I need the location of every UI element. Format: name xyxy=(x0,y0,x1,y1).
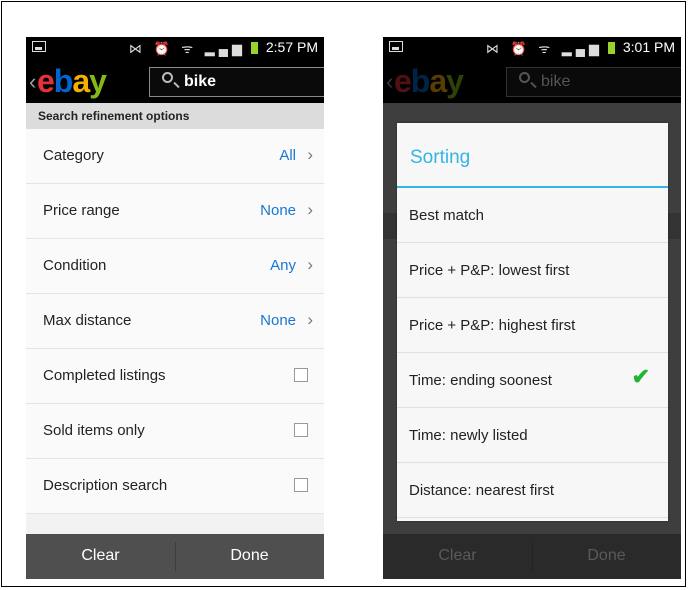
search-query: bike xyxy=(541,73,571,90)
battery-icon xyxy=(608,42,615,54)
checkbox-label: Description search xyxy=(43,477,168,494)
refinement-label: Category xyxy=(43,147,104,164)
clear-button: Clear xyxy=(438,547,477,564)
sort-option-label: Distance: nearest first xyxy=(409,482,555,499)
app-bar: ‹ ebay bike xyxy=(383,59,681,103)
ebay-logo: ebay xyxy=(394,63,464,99)
app-bar: ‹ ebay bike xyxy=(26,59,324,103)
section-header: Search refinement options xyxy=(26,103,324,129)
refinement-row[interactable]: Price range None › xyxy=(26,184,324,239)
refinement-label: Price range xyxy=(43,202,120,219)
phone-screen-refinements: ⋈ ⏰ ᯤ ▂▄▆ 2:57 PM ‹ ebay bike Search ref… xyxy=(26,37,324,579)
checkbox[interactable] xyxy=(294,423,308,437)
search-query: bike xyxy=(184,73,217,90)
back-chevron-icon[interactable]: ‹ xyxy=(29,69,36,95)
bottom-action-bar: Clear Done xyxy=(383,534,681,579)
chevron-right-icon: › xyxy=(307,310,313,329)
checkmark-icon: ✔ xyxy=(631,364,650,389)
refinement-row[interactable]: Max distance None › xyxy=(26,294,324,349)
sorting-dialog: Sorting Best match Price + P&P: lowest fi… xyxy=(397,123,668,521)
status-icons: ⋈ ⏰ ᯤ ▂▄▆ xyxy=(128,41,246,56)
checkbox-label: Sold items only xyxy=(43,422,145,439)
checkbox-row: Completed listings xyxy=(26,349,324,404)
search-icon xyxy=(519,72,530,83)
chevron-right-icon: › xyxy=(307,145,313,164)
sort-option-label: Price + P&P: lowest first xyxy=(409,262,570,279)
image-icon xyxy=(389,41,403,52)
sort-option[interactable]: Price + P&P: highest first xyxy=(397,298,668,353)
done-button[interactable]: Done xyxy=(175,547,324,565)
search-icon xyxy=(162,72,173,83)
checkbox-label: Completed listings xyxy=(43,367,166,384)
bottom-action-bar: Clear Done xyxy=(26,534,324,579)
status-icons: ⋈ ⏰ ᯤ ▂▄▆ xyxy=(485,41,603,56)
status-time: 2:57 PM xyxy=(265,39,318,55)
dialog-title: Sorting xyxy=(397,123,668,188)
sort-option[interactable]: Time: newly listed xyxy=(397,408,668,463)
refinement-value: None xyxy=(260,312,296,329)
status-bar: ⋈ ⏰ ᯤ ▂▄▆ 3:01 PM xyxy=(383,37,681,59)
status-time: 3:01 PM xyxy=(622,39,675,55)
status-bar: ⋈ ⏰ ᯤ ▂▄▆ 2:57 PM xyxy=(26,37,324,59)
refinement-row[interactable]: Condition Any › xyxy=(26,239,324,294)
image-icon xyxy=(32,41,46,52)
sort-option[interactable]: Distance: nearest first xyxy=(397,463,668,518)
checkbox[interactable] xyxy=(294,368,308,382)
checkbox[interactable] xyxy=(294,478,308,492)
sort-option-label: Price + P&P: highest first xyxy=(409,317,576,334)
checkbox-row: Description search xyxy=(26,459,324,514)
back-chevron-icon: ‹ xyxy=(386,69,394,94)
sort-option-label: Time: newly listed xyxy=(409,427,528,444)
checkbox-row: Sold items only xyxy=(26,404,324,459)
refinement-row[interactable]: Category All › xyxy=(26,129,324,184)
sort-option[interactable]: Time: ending soonest ✔ xyxy=(397,353,668,408)
sort-option-label: Time: ending soonest xyxy=(409,372,552,389)
refinement-value: All xyxy=(279,147,296,164)
clear-button[interactable]: Clear xyxy=(26,547,175,565)
phone-screen-sorting: ⋈ ⏰ ᯤ ▂▄▆ 3:01 PM ‹ ebay bike Sorting Be… xyxy=(383,37,681,579)
sort-option-label: Best match xyxy=(409,207,485,224)
refinement-label: Max distance xyxy=(43,312,132,329)
refinement-value: None xyxy=(260,202,296,219)
chevron-right-icon: › xyxy=(307,255,313,274)
chevron-right-icon: › xyxy=(307,200,313,219)
search-input: bike xyxy=(506,67,681,97)
ebay-logo[interactable]: ebay xyxy=(37,63,107,100)
done-button: Done xyxy=(587,547,626,564)
battery-icon xyxy=(251,42,258,54)
sort-option[interactable]: Price + P&P: lowest first xyxy=(397,243,668,298)
sort-option[interactable]: Best match xyxy=(397,188,668,243)
figure-frame: ⋈ ⏰ ᯤ ▂▄▆ 2:57 PM ‹ ebay bike Search ref… xyxy=(1,1,686,587)
refinement-value: Any xyxy=(270,257,296,274)
search-input[interactable]: bike xyxy=(149,67,324,97)
refinement-label: Condition xyxy=(43,257,107,274)
